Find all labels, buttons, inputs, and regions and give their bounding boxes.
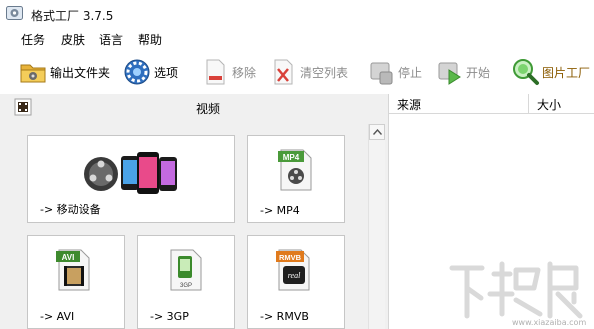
- format-card-label: -> 3GP: [150, 310, 189, 323]
- format-card-3gp[interactable]: 3GP -> 3GP: [137, 235, 235, 329]
- options-label: 选项: [154, 65, 179, 80]
- menu-skin[interactable]: 皮肤: [61, 31, 85, 48]
- 3gp-file-icon: 3GP: [170, 249, 202, 291]
- toolbar: 输出文件夹 选项 移除 清空列表 停止 开始 图片工厂: [0, 52, 594, 92]
- options-button[interactable]: 选项: [122, 56, 178, 88]
- magnifier-icon: [513, 59, 539, 85]
- image-tool-label: 图片工厂: [542, 65, 591, 80]
- format-card-label: -> RMVB: [260, 310, 309, 323]
- format-grid: -> 移动设备 MP4 -> MP4 AVI -> AVI 3GP -> 3GP…: [0, 122, 364, 329]
- vertical-scrollbar[interactable]: [368, 124, 385, 329]
- image-tool-button[interactable]: 图片工厂: [510, 56, 590, 88]
- output-folder-label: 输出文件夹: [50, 65, 111, 80]
- mp4-file-icon: MP4: [278, 149, 312, 191]
- column-source[interactable]: 来源: [389, 94, 529, 114]
- start-label: 开始: [466, 65, 491, 80]
- format-card-label: -> AVI: [40, 310, 75, 323]
- toolbar-separator: [502, 60, 503, 84]
- mp4-badge-text: MP4: [283, 153, 300, 162]
- format-card-avi[interactable]: AVI -> AVI: [27, 235, 125, 329]
- menu-bar: 任务 皮肤 语言 帮助: [0, 28, 594, 50]
- toolbar-separator: [188, 60, 189, 84]
- 3gp-badge-text: 3GP: [180, 283, 192, 289]
- menu-language[interactable]: 语言: [99, 31, 123, 48]
- film-icon: [14, 98, 32, 116]
- format-card-label: -> 移动设备: [40, 203, 101, 216]
- scroll-up-button[interactable]: [369, 124, 385, 140]
- app-icon: [6, 6, 23, 20]
- folder-icon: [20, 64, 46, 83]
- avi-file-icon: AVI: [56, 249, 90, 291]
- category-panel: 视频 -> 移动设备 MP4 -> MP4 AVI -> AVI 3GP -> …: [0, 94, 388, 329]
- rmvb-file-icon: RMVB real: [276, 249, 310, 291]
- rmvb-badge-text: RMVB: [279, 253, 302, 262]
- chevron-up-icon: [373, 129, 382, 135]
- start-button[interactable]: 开始: [434, 56, 490, 88]
- watermark-logo: [449, 261, 583, 319]
- format-card-rmvb[interactable]: RMVB real -> RMVB: [247, 235, 345, 329]
- stop-icon: [370, 62, 393, 85]
- remove-button[interactable]: 移除: [200, 56, 256, 88]
- remove-icon: [206, 59, 225, 85]
- start-icon: [438, 62, 461, 85]
- format-card-label: -> MP4: [260, 204, 300, 217]
- avi-badge-text: AVI: [62, 253, 75, 262]
- format-card-mobile[interactable]: -> 移动设备: [27, 135, 235, 223]
- gear-icon: [124, 59, 150, 85]
- stop-button[interactable]: 停止: [366, 56, 422, 88]
- column-size[interactable]: 大小: [529, 94, 594, 114]
- real-logo-text: real: [288, 271, 301, 280]
- output-folder-button[interactable]: 输出文件夹: [18, 56, 110, 88]
- menu-task[interactable]: 任务: [21, 31, 45, 48]
- clear-list-icon: [274, 59, 293, 85]
- format-card-mp4[interactable]: MP4 -> MP4: [247, 135, 345, 223]
- category-header[interactable]: 视频: [0, 94, 388, 120]
- stop-label: 停止: [398, 65, 423, 80]
- clear-list-button[interactable]: 清空列表: [268, 56, 348, 88]
- clear-list-label: 清空列表: [300, 65, 349, 80]
- menu-help[interactable]: 帮助: [138, 31, 162, 48]
- window-title: 格式工厂 3.7.5: [31, 9, 114, 23]
- toolbar-separator: [356, 60, 357, 84]
- mobile-devices-icon: [84, 152, 177, 194]
- watermark-url: www.xiazaiba.com: [512, 318, 587, 327]
- category-title: 视频: [196, 102, 221, 116]
- title-bar: 格式工厂 3.7.5: [0, 0, 594, 28]
- remove-label: 移除: [232, 65, 257, 80]
